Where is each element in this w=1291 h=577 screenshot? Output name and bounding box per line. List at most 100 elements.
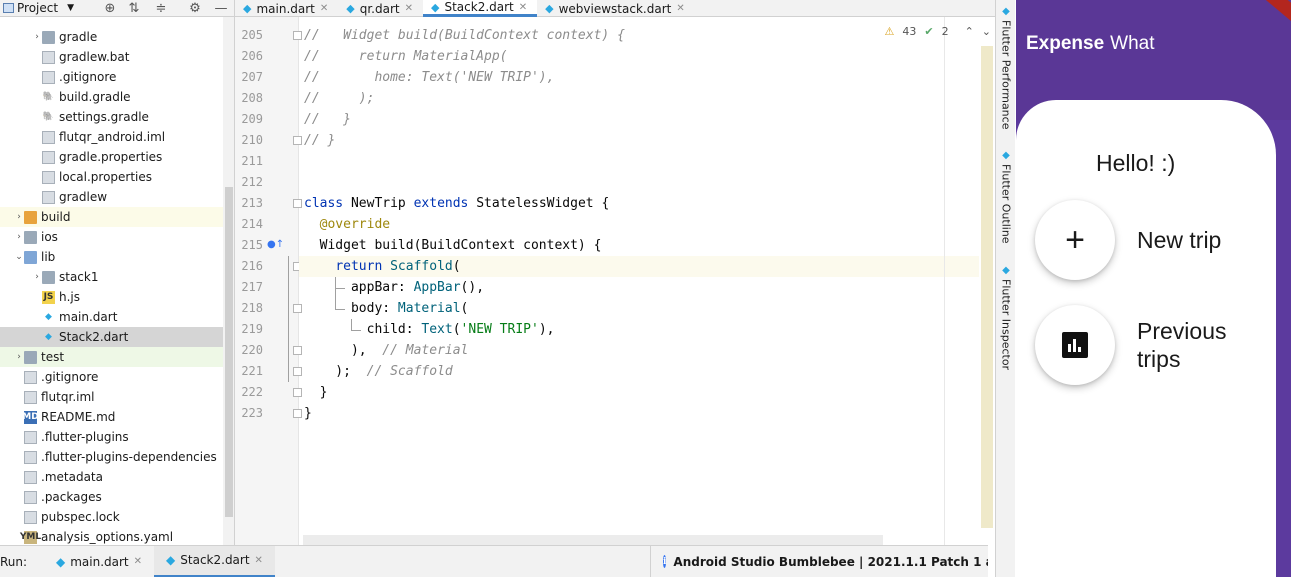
tree-item[interactable]: › ios: [0, 227, 234, 247]
tree-item[interactable]: .packages: [0, 487, 234, 507]
previous-trips-label[interactable]: Previous trips: [1137, 317, 1226, 373]
close-icon[interactable]: ✕: [255, 555, 263, 566]
editor-tab[interactable]: ◆ Stack2.dart ✕: [423, 0, 538, 17]
tree-item-label: stack1: [59, 270, 99, 284]
gear-icon[interactable]: ⚙: [187, 0, 203, 17]
tree-item[interactable]: › gradle: [0, 27, 234, 47]
tree-item[interactable]: gradlew: [0, 187, 234, 207]
line-number: 206: [241, 49, 263, 63]
tree-item[interactable]: flutqr.iml: [0, 387, 234, 407]
tree-item-label: gradlew.bat: [59, 50, 130, 64]
code-token: ),: [538, 322, 555, 337]
code-line[interactable]: appBar: AppBar(),: [304, 277, 484, 298]
code-editor[interactable]: 205 206 207 208 209 210 211 212 213 214 215 216 217 2…: [235, 17, 995, 545]
code-line[interactable]: // }: [304, 130, 335, 151]
fold-marker[interactable]: [293, 409, 302, 418]
tree-item[interactable]: ⌄ lib: [0, 247, 234, 267]
fold-marker[interactable]: [293, 136, 302, 145]
run-tab[interactable]: ◆ Stack2.dart ✕: [154, 545, 275, 577]
code-line[interactable]: ), // Material: [304, 340, 468, 361]
project-scrollbar[interactable]: [223, 17, 234, 545]
chevron-down-icon[interactable]: ⌄: [14, 252, 24, 262]
tree-item[interactable]: gradle.properties: [0, 147, 234, 167]
close-icon[interactable]: ✕: [676, 3, 684, 14]
chevron-right-icon[interactable]: ›: [32, 272, 42, 282]
tree-item[interactable]: 🐘 build.gradle: [0, 87, 234, 107]
flutter-tool-tab[interactable]: ◆ Flutter Performance: [997, 6, 1015, 129]
tree-item[interactable]: pubspec.lock: [0, 507, 234, 527]
chevron-right-icon[interactable]: ›: [32, 32, 42, 42]
chevron-right-icon[interactable]: ›: [14, 212, 24, 222]
file-icon: [24, 430, 37, 444]
tree-item[interactable]: › test: [0, 347, 234, 367]
close-icon[interactable]: ✕: [519, 2, 527, 13]
code-line[interactable]: }: [304, 382, 328, 403]
tree-item[interactable]: .metadata: [0, 467, 234, 487]
editor-tab[interactable]: ◆ qr.dart ✕: [338, 0, 423, 17]
tree-item[interactable]: ◆ main.dart: [0, 307, 234, 327]
tree-item[interactable]: .gitignore: [0, 67, 234, 87]
fold-marker[interactable]: [293, 367, 302, 376]
code-line[interactable]: ); // Scaffold: [304, 361, 452, 382]
code-line[interactable]: // home: Text('NEW TRIP'),: [304, 67, 554, 88]
code-line[interactable]: child: Text('NEW TRIP'),: [304, 319, 555, 340]
update-notification[interactable]: i Android Studio Bumblebee | 2021.1.1 Pa…: [650, 545, 988, 577]
inspection-widget[interactable]: ⚠ 43 ✔ 2 ⌃ ⌄: [884, 25, 991, 38]
fold-marker[interactable]: [293, 388, 302, 397]
chevron-up-icon[interactable]: ⌃: [965, 25, 974, 38]
tree-item[interactable]: ◆ Stack2.dart: [0, 327, 234, 347]
tree-item[interactable]: › stack1: [0, 267, 234, 287]
tree-item[interactable]: 🐘 settings.gradle: [0, 107, 234, 127]
collapse-all-icon[interactable]: ≑: [153, 0, 169, 17]
code-line[interactable]: // Widget build(BuildContext context) {: [304, 25, 625, 46]
tree-item[interactable]: MD README.md: [0, 407, 234, 427]
expand-all-icon[interactable]: ⇅: [126, 0, 142, 17]
new-trip-label[interactable]: New trip: [1137, 226, 1221, 254]
flutter-tool-tab[interactable]: ◆ Flutter Inspector: [997, 265, 1015, 370]
emulator-screen[interactable]: Expense What Hello! :) + New trip Previou…: [1016, 0, 1291, 577]
chevron-right-icon[interactable]: ›: [14, 232, 24, 242]
editor-tab[interactable]: ◆ main.dart ✕: [235, 0, 338, 17]
fold-marker[interactable]: [293, 199, 302, 208]
new-trip-button[interactable]: +: [1035, 200, 1115, 280]
tree-item[interactable]: local.properties: [0, 167, 234, 187]
override-marker-icon[interactable]: ●↑: [267, 239, 284, 250]
chevron-down-icon[interactable]: ⌄: [982, 25, 991, 38]
flutter-tool-tab[interactable]: ◆ Flutter Outline: [997, 150, 1015, 244]
minimize-icon[interactable]: —: [213, 0, 229, 17]
code-line[interactable]: return Scaffold(: [304, 256, 460, 277]
code-line[interactable]: @override: [304, 214, 390, 235]
editor-horizontal-scrollbar[interactable]: [303, 535, 883, 545]
tree-item[interactable]: flutqr_android.iml: [0, 127, 234, 147]
code-line[interactable]: // return MaterialApp(: [304, 46, 508, 67]
tree-item[interactable]: .flutter-plugins-dependencies: [0, 447, 234, 467]
dart-icon: ◆: [45, 332, 52, 342]
tree-item[interactable]: gradlew.bat: [0, 47, 234, 67]
fold-marker[interactable]: [293, 31, 302, 40]
code-line[interactable]: // );: [304, 88, 374, 109]
editor-vertical-scrollbar[interactable]: [981, 46, 993, 528]
code-line[interactable]: // }: [304, 109, 351, 130]
code-line[interactable]: }: [304, 403, 312, 424]
tree-item[interactable]: › build: [0, 207, 234, 227]
change-marker: [288, 256, 289, 382]
fold-marker[interactable]: [293, 346, 302, 355]
fold-marker[interactable]: [293, 304, 302, 313]
tree-item[interactable]: .flutter-plugins: [0, 427, 234, 447]
project-view-selector[interactable]: Project ▼: [0, 1, 74, 15]
previous-trips-button[interactable]: [1035, 305, 1115, 385]
run-tab[interactable]: ◆ main.dart ✕: [44, 546, 154, 577]
close-icon[interactable]: ✕: [134, 556, 142, 567]
close-icon[interactable]: ✕: [405, 3, 413, 14]
tree-item[interactable]: YML analysis_options.yaml: [0, 527, 234, 545]
close-icon[interactable]: ✕: [320, 3, 328, 14]
code-line[interactable]: body: Material(: [304, 298, 468, 319]
locate-icon[interactable]: ⊕: [102, 0, 118, 17]
tree-item[interactable]: .gitignore: [0, 367, 234, 387]
tree-item[interactable]: JS h.js: [0, 287, 234, 307]
code-line[interactable]: Widget build(BuildContext context) {: [304, 235, 602, 256]
editor-tab[interactable]: ◆ webviewstack.dart ✕: [537, 0, 695, 17]
code-line[interactable]: class NewTrip extends StatelessWidget {: [304, 193, 609, 214]
chevron-right-icon[interactable]: ›: [14, 352, 24, 362]
folder-blue-icon: [24, 250, 37, 264]
